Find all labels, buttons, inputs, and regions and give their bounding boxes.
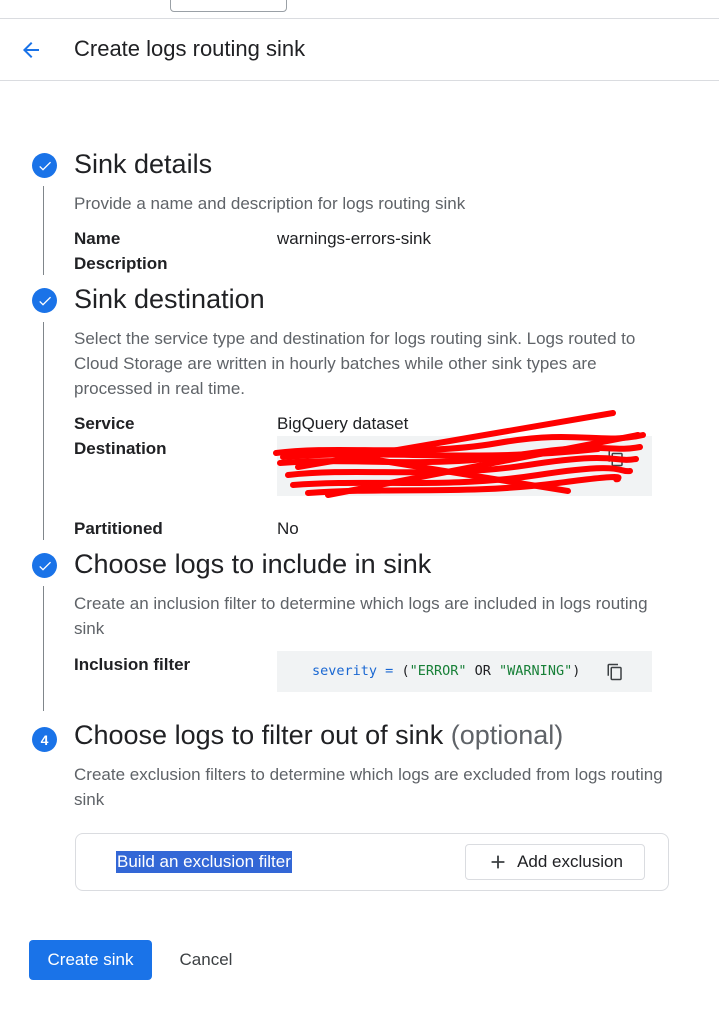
field-value-partitioned: No [277, 519, 299, 538]
plus-icon [491, 855, 505, 869]
add-exclusion-button[interactable]: Add exclusion [465, 844, 645, 880]
step-connector [43, 322, 44, 540]
copy-filter-button[interactable] [603, 660, 627, 684]
check-circle-icon [32, 153, 57, 178]
filter-value-error: "ERROR" [409, 663, 467, 679]
copy-icon [607, 663, 622, 681]
check-circle-icon [32, 288, 57, 313]
step-description: Select the service type and destination … [74, 329, 636, 398]
add-exclusion-label: Add exclusion [517, 852, 623, 871]
step-title-include-logs: Choose logs to include in sink [74, 549, 432, 579]
step-connector [43, 186, 44, 275]
create-sink-button[interactable]: Create sink [29, 940, 152, 980]
optional-label: (optional) [450, 720, 564, 750]
page-header: Create logs routing sink [0, 19, 719, 81]
filter-value-warning: "WARNING" [499, 663, 573, 679]
arrow-back-icon [23, 42, 39, 58]
filter-operator: = [385, 663, 394, 679]
step-description: Create an inclusion filter to determine … [74, 594, 648, 638]
cancel-button[interactable]: Cancel [165, 940, 247, 980]
inclusion-filter-code: severity = ("ERROR" OR "WARNING") [312, 663, 580, 679]
step-title-sink-destination: Sink destination [74, 284, 265, 314]
back-button[interactable] [16, 35, 46, 65]
filter-close-paren: ) [572, 663, 581, 679]
filter-open-paren: ( [401, 663, 410, 679]
check-circle-icon [32, 553, 57, 578]
field-label-description: Description [74, 254, 168, 273]
step-number: 4 [40, 731, 49, 748]
filter-or: OR [474, 663, 491, 679]
field-label-partitioned: Partitioned [74, 519, 163, 538]
exclusion-filter-card: Build an exclusion filter Add exclusion [75, 833, 669, 891]
page-title: Create logs routing sink [74, 36, 306, 61]
inclusion-filter-box: severity = ("ERROR" OR "WARNING") [277, 651, 652, 692]
top-partial-button[interactable] [170, 0, 287, 12]
step-title-sink-details: Sink details [74, 149, 213, 179]
step-number-icon: 4 [32, 727, 57, 752]
filter-key: severity [312, 663, 378, 679]
step-title-text: Choose logs to filter out of sink [74, 720, 444, 750]
step-connector [43, 586, 44, 711]
field-label-service: Service [74, 414, 135, 433]
step-description: Provide a name and description for logs … [74, 194, 466, 213]
exclusion-filter-label: Build an exclusion filter [116, 851, 292, 873]
step-description: Create exclusion filters to determine wh… [74, 765, 663, 809]
redaction-scribble [273, 410, 646, 498]
field-label-name: Name [74, 229, 121, 248]
field-label-destination: Destination [74, 439, 167, 458]
field-value-name: warnings-errors-sink [277, 229, 431, 248]
field-label-inclusion-filter: Inclusion filter [74, 655, 191, 674]
step-title-exclude-logs: Choose logs to filter out of sink (optio… [74, 720, 563, 751]
